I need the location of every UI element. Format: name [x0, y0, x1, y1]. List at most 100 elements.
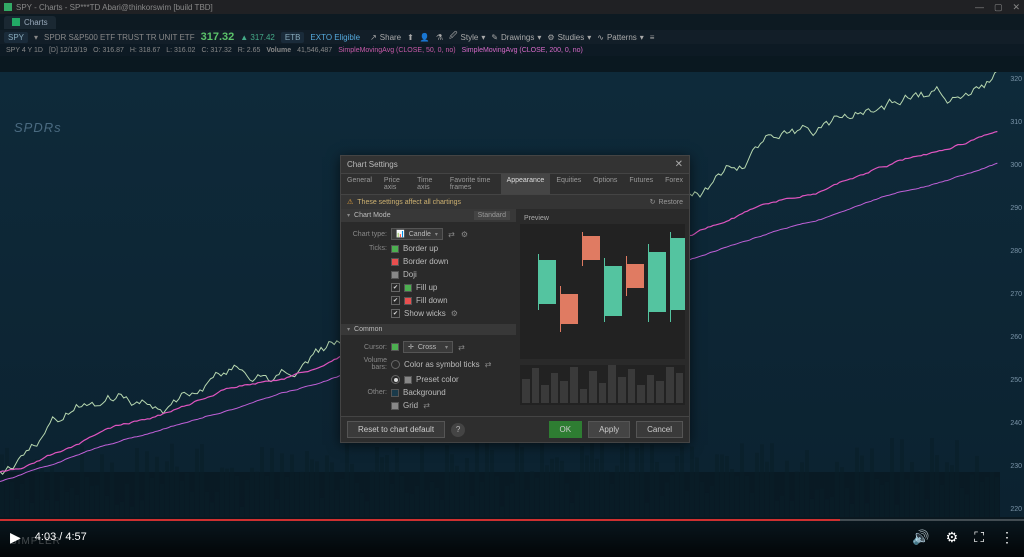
standard-tab[interactable]: Standard [474, 211, 510, 220]
filldown-check[interactable] [391, 296, 400, 305]
tab-label: Charts [24, 18, 48, 27]
fillup-check[interactable] [391, 283, 400, 292]
timeframe: SPY 4 Y 1D [6, 47, 43, 54]
last-price: 317.32 [201, 31, 235, 43]
wicks-settings-icon[interactable]: ⚙ [450, 309, 459, 318]
drawings-button[interactable]: ✎ Drawings ▾ [491, 33, 541, 42]
settings-icon[interactable]: ⚙ [460, 230, 469, 239]
dialog-tabs: GeneralPrice axisTime axisFavorite time … [341, 174, 689, 195]
chart-icon [12, 18, 20, 26]
cursor-swatch[interactable] [391, 343, 399, 351]
dialog-tab-equities[interactable]: Equities [550, 174, 587, 194]
cancel-button[interactable]: Cancel [636, 421, 683, 438]
dialog-tab-time-axis[interactable]: Time axis [411, 174, 444, 194]
ohlc-o: O: 316.87 [93, 47, 124, 54]
cursor-label: Cursor: [347, 344, 387, 351]
maximize-button[interactable]: ▢ [994, 2, 1003, 13]
beaker-icon[interactable]: ⚗ [436, 33, 443, 42]
preset-label: Preset color [416, 375, 459, 384]
window-titlebar: SPY - Charts - SP***TD Abari@thinkorswim… [0, 0, 1024, 14]
dialog-tab-favorite-time-frames[interactable]: Favorite time frames [444, 174, 501, 194]
grid-swatch[interactable] [391, 402, 399, 410]
close-button[interactable]: ✕ [1012, 2, 1020, 13]
grid-link-icon[interactable]: ⇄ [422, 401, 431, 410]
common-header[interactable]: Common [341, 324, 516, 335]
filldown-label: Fill down [416, 296, 448, 305]
cursor-link-icon[interactable]: ⇄ [457, 343, 466, 352]
chart-type-select[interactable]: 📊 Candle [391, 228, 443, 240]
dialog-tab-futures[interactable]: Futures [623, 174, 659, 194]
volume-label: Volume [266, 47, 291, 54]
color-ticks-radio[interactable] [391, 360, 400, 369]
volume-value: 41,546,487 [297, 47, 332, 54]
preview-volume [520, 365, 685, 405]
symbol-row: SPY ▾ SPDR S&P500 ETF TRUST TR UNIT ETF … [0, 30, 1024, 44]
etb-badge: ETB [281, 32, 305, 43]
dialog-tab-forex[interactable]: Forex [659, 174, 689, 194]
apply-button[interactable]: Apply [588, 421, 630, 438]
symbol-description: SPDR S&P500 ETF TRUST TR UNIT ETF [44, 33, 195, 42]
video-watermark: SIMPLER [10, 536, 61, 547]
window-title: SPY - Charts - SP***TD Abari@thinkorswim… [16, 3, 213, 12]
tab-charts[interactable]: Charts [4, 16, 56, 29]
fullscreen-icon[interactable]: ⛶ [974, 529, 984, 546]
price-change: ▲ 317.42 [240, 33, 275, 42]
preview-label: Preview [520, 213, 685, 224]
restore-button[interactable]: Restore [650, 198, 683, 206]
bg-label: Background [403, 388, 446, 397]
share-button[interactable]: ↗ Share [370, 33, 401, 42]
ohlc-l: L: 316.02 [166, 47, 195, 54]
volbars-link-icon[interactable]: ⇄ [484, 360, 493, 369]
dialog-close-icon[interactable]: ✕ [675, 159, 683, 170]
chart-settings-dialog: Chart Settings ✕ GeneralPrice axisTime a… [340, 155, 690, 443]
dialog-tab-general[interactable]: General [341, 174, 378, 194]
patterns-button[interactable]: ∿ Patterns ▾ [597, 33, 644, 42]
expand-icon[interactable]: ▾ [34, 33, 38, 42]
video-controls: ▶ 4:03 / 4:57 🔊 ⚙ ⛶ ⋮ [0, 517, 1024, 557]
preset-swatch[interactable] [404, 376, 412, 384]
ohlc-c: C: 317.32 [201, 47, 231, 54]
help-icon[interactable]: ? [451, 423, 465, 437]
cursor-select[interactable]: ✛ Cross [403, 341, 453, 353]
ohlc-date: [D] 12/13/19 [49, 47, 87, 54]
warning-text: These settings affect all chartings [357, 199, 461, 206]
upload-icon[interactable]: ⬆ [407, 33, 414, 42]
ohlc-r: R: 2.65 [238, 47, 261, 54]
sma-50[interactable]: SimpleMovingAvg (CLOSE, 50, 0, no) [338, 47, 455, 54]
bg-swatch[interactable] [391, 389, 399, 397]
reset-button[interactable]: Reset to chart default [347, 421, 445, 438]
ok-button[interactable]: OK [549, 421, 583, 438]
fillup-swatch[interactable] [404, 284, 412, 292]
color-ticks-label: Color as symbol ticks [404, 360, 480, 369]
dialog-tab-price-axis[interactable]: Price axis [378, 174, 411, 194]
chart-mode-header[interactable]: Chart Mode Standard [341, 209, 516, 222]
studies-button[interactable]: ⚙ Studies ▾ [547, 33, 591, 42]
more-icon[interactable]: ⋮ [1000, 529, 1014, 546]
border-up-label: Border up [403, 244, 438, 253]
dialog-tab-options[interactable]: Options [587, 174, 623, 194]
filldown-swatch[interactable] [404, 297, 412, 305]
dialog-titlebar[interactable]: Chart Settings ✕ [341, 156, 689, 174]
symbol-input[interactable]: SPY [4, 32, 28, 43]
preview-chart [520, 224, 685, 359]
volbars-label: Volume bars: [347, 357, 387, 371]
link-icon[interactable]: ⇄ [447, 230, 456, 239]
dialog-tab-appearance[interactable]: Appearance [501, 174, 551, 194]
border-down-label: Border down [403, 257, 448, 266]
sma-200[interactable]: SimpleMovingAvg (CLOSE, 200, 0, no) [462, 47, 583, 54]
volume-icon[interactable]: 🔊 [912, 529, 929, 546]
settings-gear-icon[interactable]: ⚙ [946, 529, 959, 546]
user-icon[interactable]: 👤 [420, 33, 430, 42]
border-down-swatch[interactable] [391, 258, 399, 266]
border-up-swatch[interactable] [391, 245, 399, 253]
ohlc-row: SPY 4 Y 1D [D] 12/13/19 O: 316.87 H: 318… [0, 44, 1024, 56]
wicks-label: Show wicks [404, 309, 446, 318]
doji-swatch[interactable] [391, 271, 399, 279]
overflow-icon[interactable]: ≡ [650, 33, 655, 42]
ticks-label: Ticks: [347, 245, 387, 252]
style-button[interactable]: 🖉 Style ▾ [449, 30, 485, 44]
preset-radio[interactable] [391, 375, 400, 384]
wicks-check[interactable] [391, 309, 400, 318]
minimize-button[interactable]: — [975, 2, 984, 13]
fillup-label: Fill up [416, 283, 437, 292]
